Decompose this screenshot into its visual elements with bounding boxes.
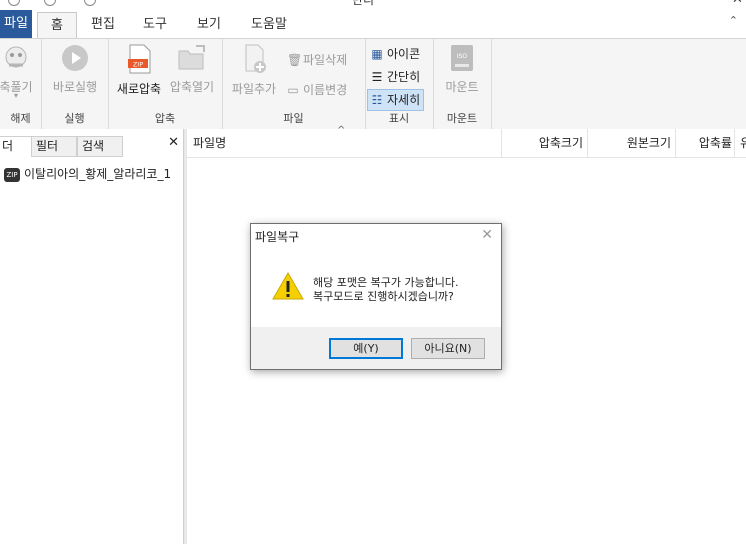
iso-disk-icon: ISO xyxy=(451,45,473,71)
no-button[interactable]: 아니요(N) xyxy=(411,338,485,359)
close-pane-icon[interactable]: ✕ xyxy=(168,135,179,150)
view-detail-button[interactable]: ☷ 자세히 xyxy=(367,89,425,111)
rename-button[interactable]: ▭ 이름변경 xyxy=(284,80,350,100)
minimize-icon[interactable]: – xyxy=(680,0,687,7)
detail-list-icon: ☷ xyxy=(371,93,383,107)
tab-edit[interactable]: 편집 xyxy=(82,12,124,38)
column-type[interactable]: 유 xyxy=(736,129,746,157)
quick-access-icon[interactable] xyxy=(44,0,56,6)
add-file-button[interactable]: 파일추가 xyxy=(228,43,280,97)
open-archive-button[interactable]: 압축열기 xyxy=(166,43,218,95)
group-mount: ISO 마운트 마운트 xyxy=(433,39,492,129)
dialog-title: 파일복구 xyxy=(255,230,300,244)
warning-icon xyxy=(272,271,304,300)
group-label-run: 실행 xyxy=(64,112,85,125)
grid-icon: ▦ xyxy=(371,47,383,61)
group-file: 파일추가 🗑파일삭제 ▭ 이름변경 파일 xyxy=(222,39,366,129)
zip-file-icon: ZIP xyxy=(4,167,20,182)
tab-view[interactable]: 보기 xyxy=(188,12,230,38)
dialog-footer: 예(Y) 아니요(N) xyxy=(251,327,501,369)
tab-folder[interactable]: 더 xyxy=(0,136,33,156)
mount-button[interactable]: ISO 마운트 xyxy=(437,43,487,95)
trash-icon: 🗑 xyxy=(287,53,303,67)
column-filename[interactable]: 파일명 xyxy=(187,129,502,157)
list-icon: ☰ xyxy=(371,70,383,84)
play-icon xyxy=(62,45,88,71)
group-extract: 축풀기 ▾ 해제 xyxy=(0,39,42,129)
group-label-mount: 마운트 xyxy=(446,112,478,125)
close-window-icon[interactable]: ✕ xyxy=(732,0,743,7)
dialog-message-line2: 복구모드로 진행하시겠습니까? xyxy=(313,290,454,303)
group-display: ▦ 아이콘 ☰ 간단히 ☷ 자세히 표시 xyxy=(365,39,434,129)
quick-access-icon[interactable] xyxy=(8,0,20,6)
tab-tools[interactable]: 도구 xyxy=(134,12,176,38)
column-original-size[interactable]: 원본크기 xyxy=(587,129,676,157)
title-bar: 반디 – ✕ xyxy=(0,0,746,10)
left-pane: 더 필터 검색 ✕ ZIP 이탈리아의_황제_알라리코_1 xyxy=(0,129,184,544)
tab-filter[interactable]: 필터 xyxy=(31,136,77,157)
svg-text:ISO: ISO xyxy=(457,53,468,60)
folder-open-icon xyxy=(178,45,205,70)
column-header-row: ^ 파일명 압축크기 원본크기 압축률 유 xyxy=(187,125,746,158)
file-recovery-dialog: 파일복구 ✕ 해당 포맷은 복구가 가능합니다. 복구모드로 진행하시겠습니까?… xyxy=(250,223,502,370)
view-icons-button[interactable]: ▦ 아이콘 xyxy=(368,44,423,64)
dialog-close-icon[interactable]: ✕ xyxy=(481,227,493,243)
extract-icon xyxy=(5,46,27,68)
quick-access-icon[interactable] xyxy=(84,0,96,6)
tab-search[interactable]: 검색 xyxy=(77,136,123,157)
new-compress-button[interactable]: ZIP 새로압축 xyxy=(114,43,164,97)
tree-item-archive[interactable]: ZIP 이탈리아의_황제_알라리코_1 xyxy=(4,165,171,183)
ribbon-tab-bar: 파일 홈 편집 도구 보기 도움말 ⌃ xyxy=(0,10,746,40)
view-simple-button[interactable]: ☰ 간단히 xyxy=(368,67,423,87)
column-compressed-size[interactable]: 압축크기 xyxy=(501,129,588,157)
group-label-compress: 압축 xyxy=(154,112,176,125)
delete-file-button[interactable]: 🗑파일삭제 xyxy=(284,50,350,70)
collapse-ribbon-icon[interactable]: ⌃ xyxy=(729,14,738,27)
column-ratio[interactable]: 압축률 xyxy=(675,129,735,157)
tab-file[interactable]: 파일 xyxy=(0,10,32,38)
svg-text:ZIP: ZIP xyxy=(133,61,143,69)
group-label-extract: 해제 xyxy=(10,112,31,125)
add-file-icon xyxy=(245,44,266,73)
yes-button[interactable]: 예(Y) xyxy=(329,338,403,359)
group-label-file: 파일 xyxy=(283,112,304,125)
window-title: 반디 xyxy=(352,0,375,7)
tab-home[interactable]: 홈 xyxy=(37,12,77,40)
group-run: 바로실행 실행 xyxy=(41,39,109,129)
extract-button[interactable]: 축풀기 ▾ xyxy=(0,43,38,100)
group-compress: ZIP 새로압축 압축열기 압축 xyxy=(108,39,223,129)
group-label-display: 표시 xyxy=(388,112,410,125)
tab-help[interactable]: 도움말 xyxy=(243,12,295,38)
rename-icon: ▭ xyxy=(287,83,299,97)
ribbon: 축풀기 ▾ 해제 바로실행 실행 ZIP 새로압축 압축열기 압축 파일추가 🗑… xyxy=(0,38,746,130)
run-now-button[interactable]: 바로실행 xyxy=(47,43,103,95)
new-zip-icon: ZIP xyxy=(128,44,151,74)
